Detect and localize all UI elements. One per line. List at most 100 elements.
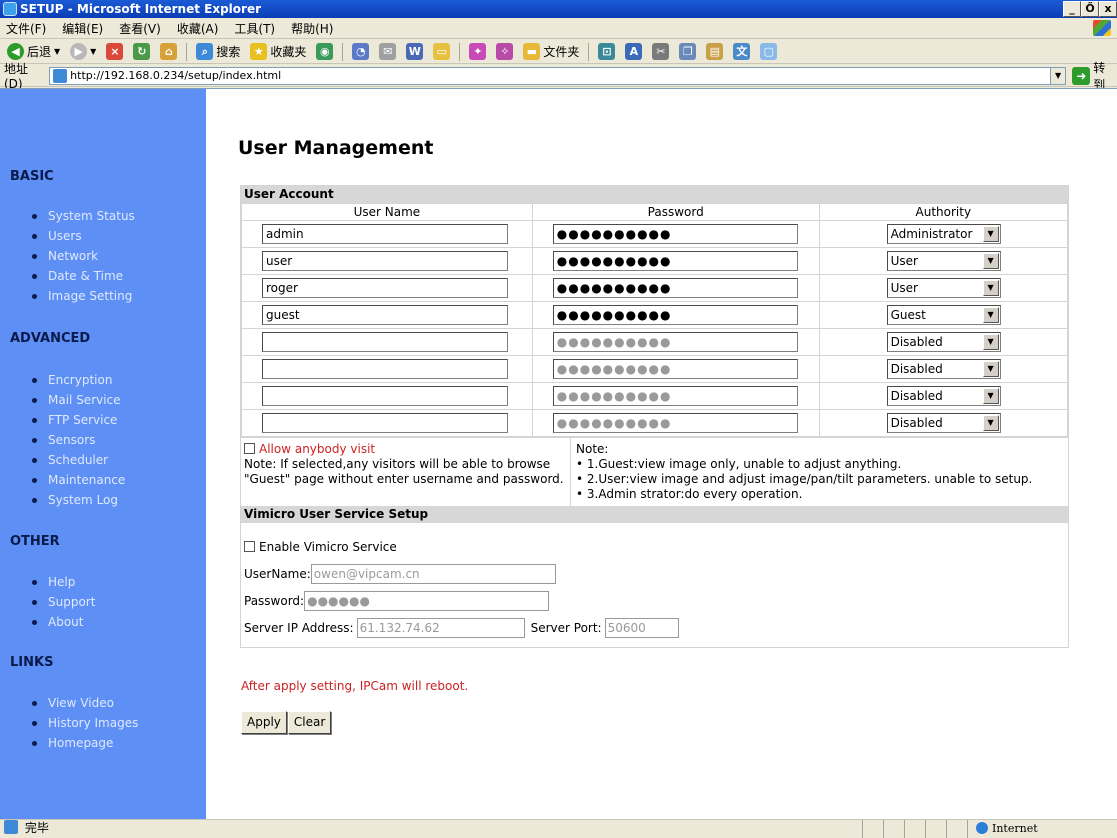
authority-select[interactable]: Disabled ▼: [886, 332, 1001, 352]
search-button[interactable]: ⌕ 搜索: [193, 43, 243, 60]
server-port-input[interactable]: 50600: [604, 617, 679, 638]
password-field[interactable]: ●●●●●●●●●●: [552, 251, 798, 271]
folders-button[interactable]: ▬ 文件夹: [520, 43, 582, 60]
chevron-down-icon: ▼: [982, 280, 999, 296]
username-field[interactable]: admin: [262, 224, 508, 244]
favorites-button[interactable]: ★ 收藏夹: [247, 43, 309, 60]
password-field[interactable]: ●●●●●●●●●●: [552, 359, 798, 379]
back-button[interactable]: ◀ 后退 ▼: [4, 43, 63, 60]
discuss-button[interactable]: ▭: [430, 43, 453, 60]
address-dropdown-button[interactable]: ▼: [1050, 66, 1067, 85]
server-ip-input[interactable]: 61.132.74.62: [356, 617, 525, 638]
sidebar-item-image-setting[interactable]: Image Setting: [32, 286, 135, 306]
refresh-button[interactable]: ↻: [130, 43, 153, 60]
forward-button[interactable]: ▶ ▼: [67, 43, 99, 60]
sidebar-item-date-time[interactable]: Date & Time: [32, 266, 135, 286]
stop-button[interactable]: ×: [103, 43, 126, 60]
address-input[interactable]: http://192.168.0.234/setup/index.html: [49, 66, 1051, 85]
sidebar-item-view-video[interactable]: View Video: [32, 693, 138, 713]
authority-select[interactable]: User ▼: [886, 251, 1001, 271]
authority-value: Disabled: [890, 416, 943, 430]
allow-visit-option[interactable]: Allow anybody visit: [244, 442, 567, 457]
authority-select[interactable]: Disabled ▼: [886, 386, 1001, 406]
sidebar-item-scheduler[interactable]: Scheduler: [32, 450, 125, 470]
sidebar-item-help[interactable]: Help: [32, 572, 95, 592]
sidebar-item-maintenance[interactable]: Maintenance: [32, 470, 125, 490]
authority-value: Guest: [890, 308, 926, 322]
media-icon: ◉: [316, 43, 334, 60]
clear-button[interactable]: Clear: [287, 711, 332, 734]
menu-file[interactable]: 文件(F): [6, 20, 46, 37]
authority-select[interactable]: Disabled ▼: [886, 359, 1001, 379]
password-field[interactable]: ●●●●●●●●●●: [552, 413, 798, 433]
sidebar-item-support[interactable]: Support: [32, 592, 95, 612]
password-field[interactable]: ●●●●●●●●●●: [552, 278, 798, 298]
paste-button[interactable]: ▤: [703, 43, 726, 60]
password-field[interactable]: ●●●●●●●●●●: [552, 332, 798, 352]
sidebar-item-mail-service[interactable]: Mail Service: [32, 390, 125, 410]
menu-help[interactable]: 帮助(H): [291, 20, 333, 37]
sidebar-item-network[interactable]: Network: [32, 246, 135, 266]
note-text: 1.Guest:view image only, unable to adjus…: [586, 457, 902, 471]
sidebar-item-ftp-service[interactable]: FTP Service: [32, 410, 125, 430]
authority-select[interactable]: User ▼: [886, 278, 1001, 298]
sidebar-item-users[interactable]: Users: [32, 226, 135, 246]
enable-vimicro-option[interactable]: Enable Vimicro Service: [244, 533, 1065, 560]
authority-select[interactable]: Guest ▼: [886, 305, 1001, 325]
username-field[interactable]: [262, 332, 508, 352]
fullscreen-button[interactable]: ⊡: [595, 43, 618, 60]
cut-button[interactable]: ✂: [649, 43, 672, 60]
translate-button[interactable]: 文: [730, 43, 753, 60]
username-field[interactable]: roger: [262, 278, 508, 298]
vimicro-password-input[interactable]: ●●●●●●: [304, 590, 550, 611]
username-field[interactable]: [262, 413, 508, 433]
close-button[interactable]: x: [1099, 1, 1117, 17]
translate-icon: 文: [733, 43, 751, 60]
window-controls: _ Ő x: [1063, 0, 1117, 17]
favorites-organize-button[interactable]: ✧: [493, 43, 516, 60]
allow-visit-checkbox[interactable]: [244, 443, 255, 454]
copy-button[interactable]: ❐: [676, 43, 699, 60]
menu-tools[interactable]: 工具(T): [234, 20, 275, 37]
windows-logo-icon: [1093, 20, 1111, 36]
menu-view[interactable]: 查看(V): [119, 20, 161, 37]
sidebar-item-about[interactable]: About: [32, 612, 95, 632]
enable-vimicro-checkbox[interactable]: [244, 541, 255, 552]
menu-favorites[interactable]: 收藏(A): [177, 20, 219, 37]
sidebar-item-system-status[interactable]: System Status: [32, 206, 135, 226]
authority-value: Disabled: [890, 389, 943, 403]
sidebar-item-system-log[interactable]: System Log: [32, 490, 125, 510]
authority-select[interactable]: Administrator ▼: [886, 224, 1001, 244]
status-panes: Internet: [862, 820, 1117, 838]
edit-button[interactable]: W: [403, 43, 426, 60]
password-field[interactable]: ●●●●●●●●●●: [552, 386, 798, 406]
sidebar-item-sensors[interactable]: Sensors: [32, 430, 125, 450]
sidebar-item-history-images[interactable]: History Images: [32, 713, 138, 733]
menu-edit[interactable]: 编辑(E): [62, 20, 103, 37]
minimize-button[interactable]: _: [1063, 1, 1081, 17]
password-field[interactable]: ●●●●●●●●●●: [552, 224, 798, 244]
maximize-button[interactable]: Ő: [1081, 1, 1099, 17]
chevron-down-icon: ▼: [54, 47, 61, 56]
table-row: roger ●●●●●●●●●● User ▼: [241, 274, 1069, 302]
vimicro-username-input[interactable]: owen@vipcam.cn: [310, 563, 556, 584]
authority-select[interactable]: Disabled ▼: [886, 413, 1001, 433]
server-ip-label: Server IP Address:: [244, 620, 354, 635]
media-button[interactable]: ◉: [313, 43, 336, 60]
column-header-user-name: User Name: [241, 203, 533, 221]
font-button[interactable]: A: [622, 43, 645, 60]
sidebar-item-encryption[interactable]: Encryption: [32, 370, 125, 390]
apply-button[interactable]: Apply: [241, 711, 287, 734]
username-field[interactable]: user: [262, 251, 508, 271]
history-button[interactable]: ◔: [349, 43, 372, 60]
mail-button[interactable]: ✉: [376, 43, 399, 60]
favorites-add-button[interactable]: ✦: [466, 43, 489, 60]
password-field[interactable]: ●●●●●●●●●●: [552, 305, 798, 325]
home-button[interactable]: ⌂: [157, 43, 180, 60]
username-field[interactable]: [262, 386, 508, 406]
sidebar-item-homepage[interactable]: Homepage: [32, 733, 138, 753]
username-field[interactable]: [262, 359, 508, 379]
page-button[interactable]: ▢: [757, 43, 780, 60]
username-field[interactable]: guest: [262, 305, 508, 325]
organize-icon: ✧: [496, 43, 514, 60]
